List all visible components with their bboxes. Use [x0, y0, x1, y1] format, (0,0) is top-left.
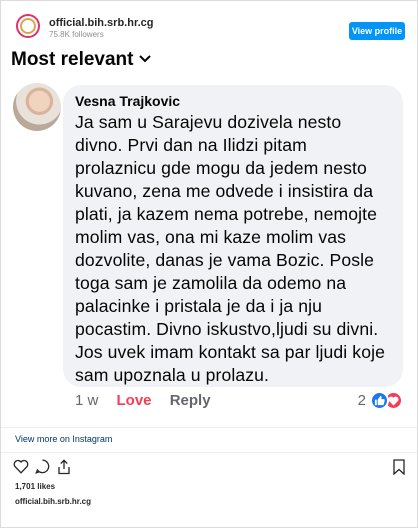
account-avatar[interactable] — [16, 14, 40, 38]
comment-icon[interactable] — [35, 459, 50, 479]
divider — [1, 452, 417, 453]
account-logo-icon — [20, 18, 36, 34]
sort-dropdown[interactable]: Most relevant — [11, 49, 152, 71]
comment-actions: 1 w Love Reply — [75, 392, 225, 409]
chevron-down-icon — [139, 52, 152, 66]
view-more-link[interactable]: View more on Instagram — [15, 434, 112, 444]
reaction-summary[interactable]: 2 — [358, 391, 403, 410]
love-reaction-button[interactable]: Love — [117, 392, 152, 409]
comment-text: Ja sam u Sarajevu dozivela nesto divno. … — [75, 112, 385, 385]
post-header: official.bih.srb.hr.cg 75.8K followers V… — [9, 7, 409, 41]
comment-time[interactable]: 1 w — [75, 392, 98, 409]
view-profile-button[interactable]: View profile — [349, 22, 405, 40]
commenter-avatar[interactable] — [13, 83, 61, 131]
embedded-post-frame: official.bih.srb.hr.cg 75.8K followers V… — [0, 0, 418, 528]
like-icon — [370, 391, 389, 410]
comment-author[interactable]: Vesna Trajkovic — [75, 93, 391, 109]
post-action-bar — [13, 459, 405, 479]
heart-icon[interactable] — [13, 459, 29, 479]
follower-count: 75.8K followers — [49, 30, 104, 39]
sort-label: Most relevant — [11, 49, 134, 70]
bookmark-icon[interactable] — [393, 459, 405, 480]
account-name[interactable]: official.bih.srb.hr.cg — [49, 17, 154, 29]
divider — [1, 427, 417, 428]
like-count[interactable]: 1,701 likes — [15, 482, 55, 491]
footer-account-name[interactable]: official.bih.srb.hr.cg — [15, 497, 91, 506]
comment-bubble: Vesna Trajkovic Ja sam u Sarajevu dozive… — [63, 85, 403, 387]
share-icon[interactable] — [57, 459, 71, 480]
reply-button[interactable]: Reply — [170, 392, 211, 409]
reaction-count: 2 — [357, 392, 366, 409]
